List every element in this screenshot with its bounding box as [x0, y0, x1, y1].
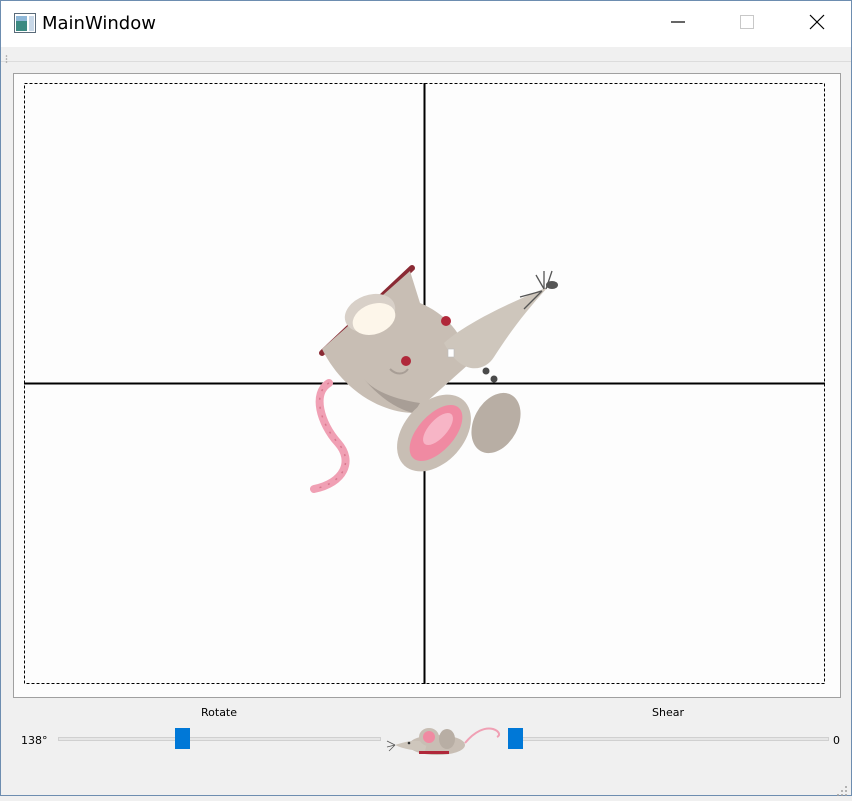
graphics-scene [24, 83, 825, 684]
mouse-icon [385, 721, 503, 757]
minimize-button[interactable] [643, 1, 713, 47]
title-bar[interactable]: MainWindow [1, 1, 851, 47]
resize-grip-icon[interactable] [836, 782, 848, 796]
maximize-button[interactable] [712, 1, 782, 47]
rotate-slider-handle[interactable] [175, 728, 190, 749]
minimize-icon [670, 14, 686, 34]
shear-value: 0 [833, 734, 840, 747]
maximize-icon [739, 14, 755, 34]
toolbar-area [1, 47, 851, 63]
shear-slider-track[interactable] [508, 737, 829, 741]
rotate-label: Rotate [201, 706, 238, 719]
controls-panel: Rotate Shear 138° 0 [1, 701, 851, 797]
rotate-value: 138° [21, 734, 48, 747]
main-window: MainWindow Rotate Shear 138° 0 [0, 0, 852, 796]
shear-slider-handle[interactable] [508, 728, 523, 749]
window-title: MainWindow [42, 13, 156, 34]
close-icon [808, 13, 826, 35]
graphics-view[interactable] [13, 73, 841, 698]
toolbar-grip-icon[interactable] [5, 49, 8, 63]
rotate-slider-track[interactable] [58, 737, 381, 741]
mouse-icon [310, 265, 558, 493]
shear-label: Shear [652, 706, 684, 719]
close-button[interactable] [782, 1, 852, 47]
app-window-icon [14, 13, 36, 33]
